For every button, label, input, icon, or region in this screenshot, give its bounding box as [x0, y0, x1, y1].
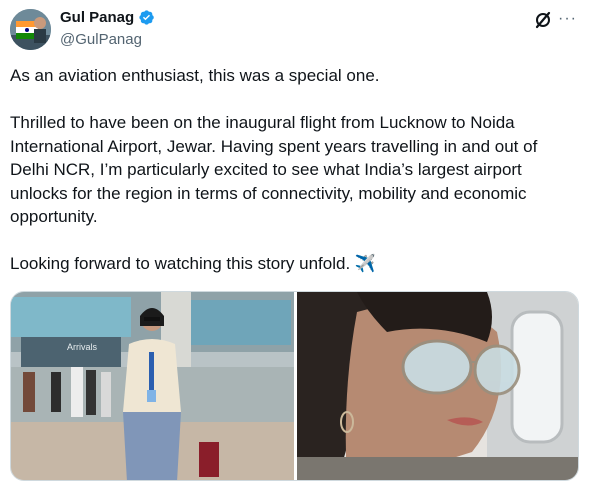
- name-row: Gul Panag: [60, 9, 155, 26]
- airport-photo-image: Arrivals: [11, 292, 294, 480]
- avatar-image: [10, 9, 51, 50]
- media-grid: Arrivals: [10, 291, 579, 481]
- tweet-text: As an aviation enthusiast, this was a sp…: [10, 66, 538, 273]
- tweet-header: Gul Panag @GulPanag ···: [0, 0, 589, 60]
- arrivals-sign-text: Arrivals: [67, 342, 98, 352]
- more-options-icon[interactable]: ···: [558, 9, 580, 29]
- photo-airport-terminal[interactable]: Arrivals: [11, 292, 294, 480]
- grok-slash-icon[interactable]: [534, 11, 552, 29]
- closeup-photo-image: [297, 292, 578, 480]
- photo-aviator-closeup[interactable]: [297, 292, 578, 480]
- verified-badge-icon: [139, 10, 154, 25]
- avatar[interactable]: [10, 9, 51, 50]
- user-handle[interactable]: @GulPanag: [60, 31, 142, 48]
- display-name[interactable]: Gul Panag: [60, 9, 134, 26]
